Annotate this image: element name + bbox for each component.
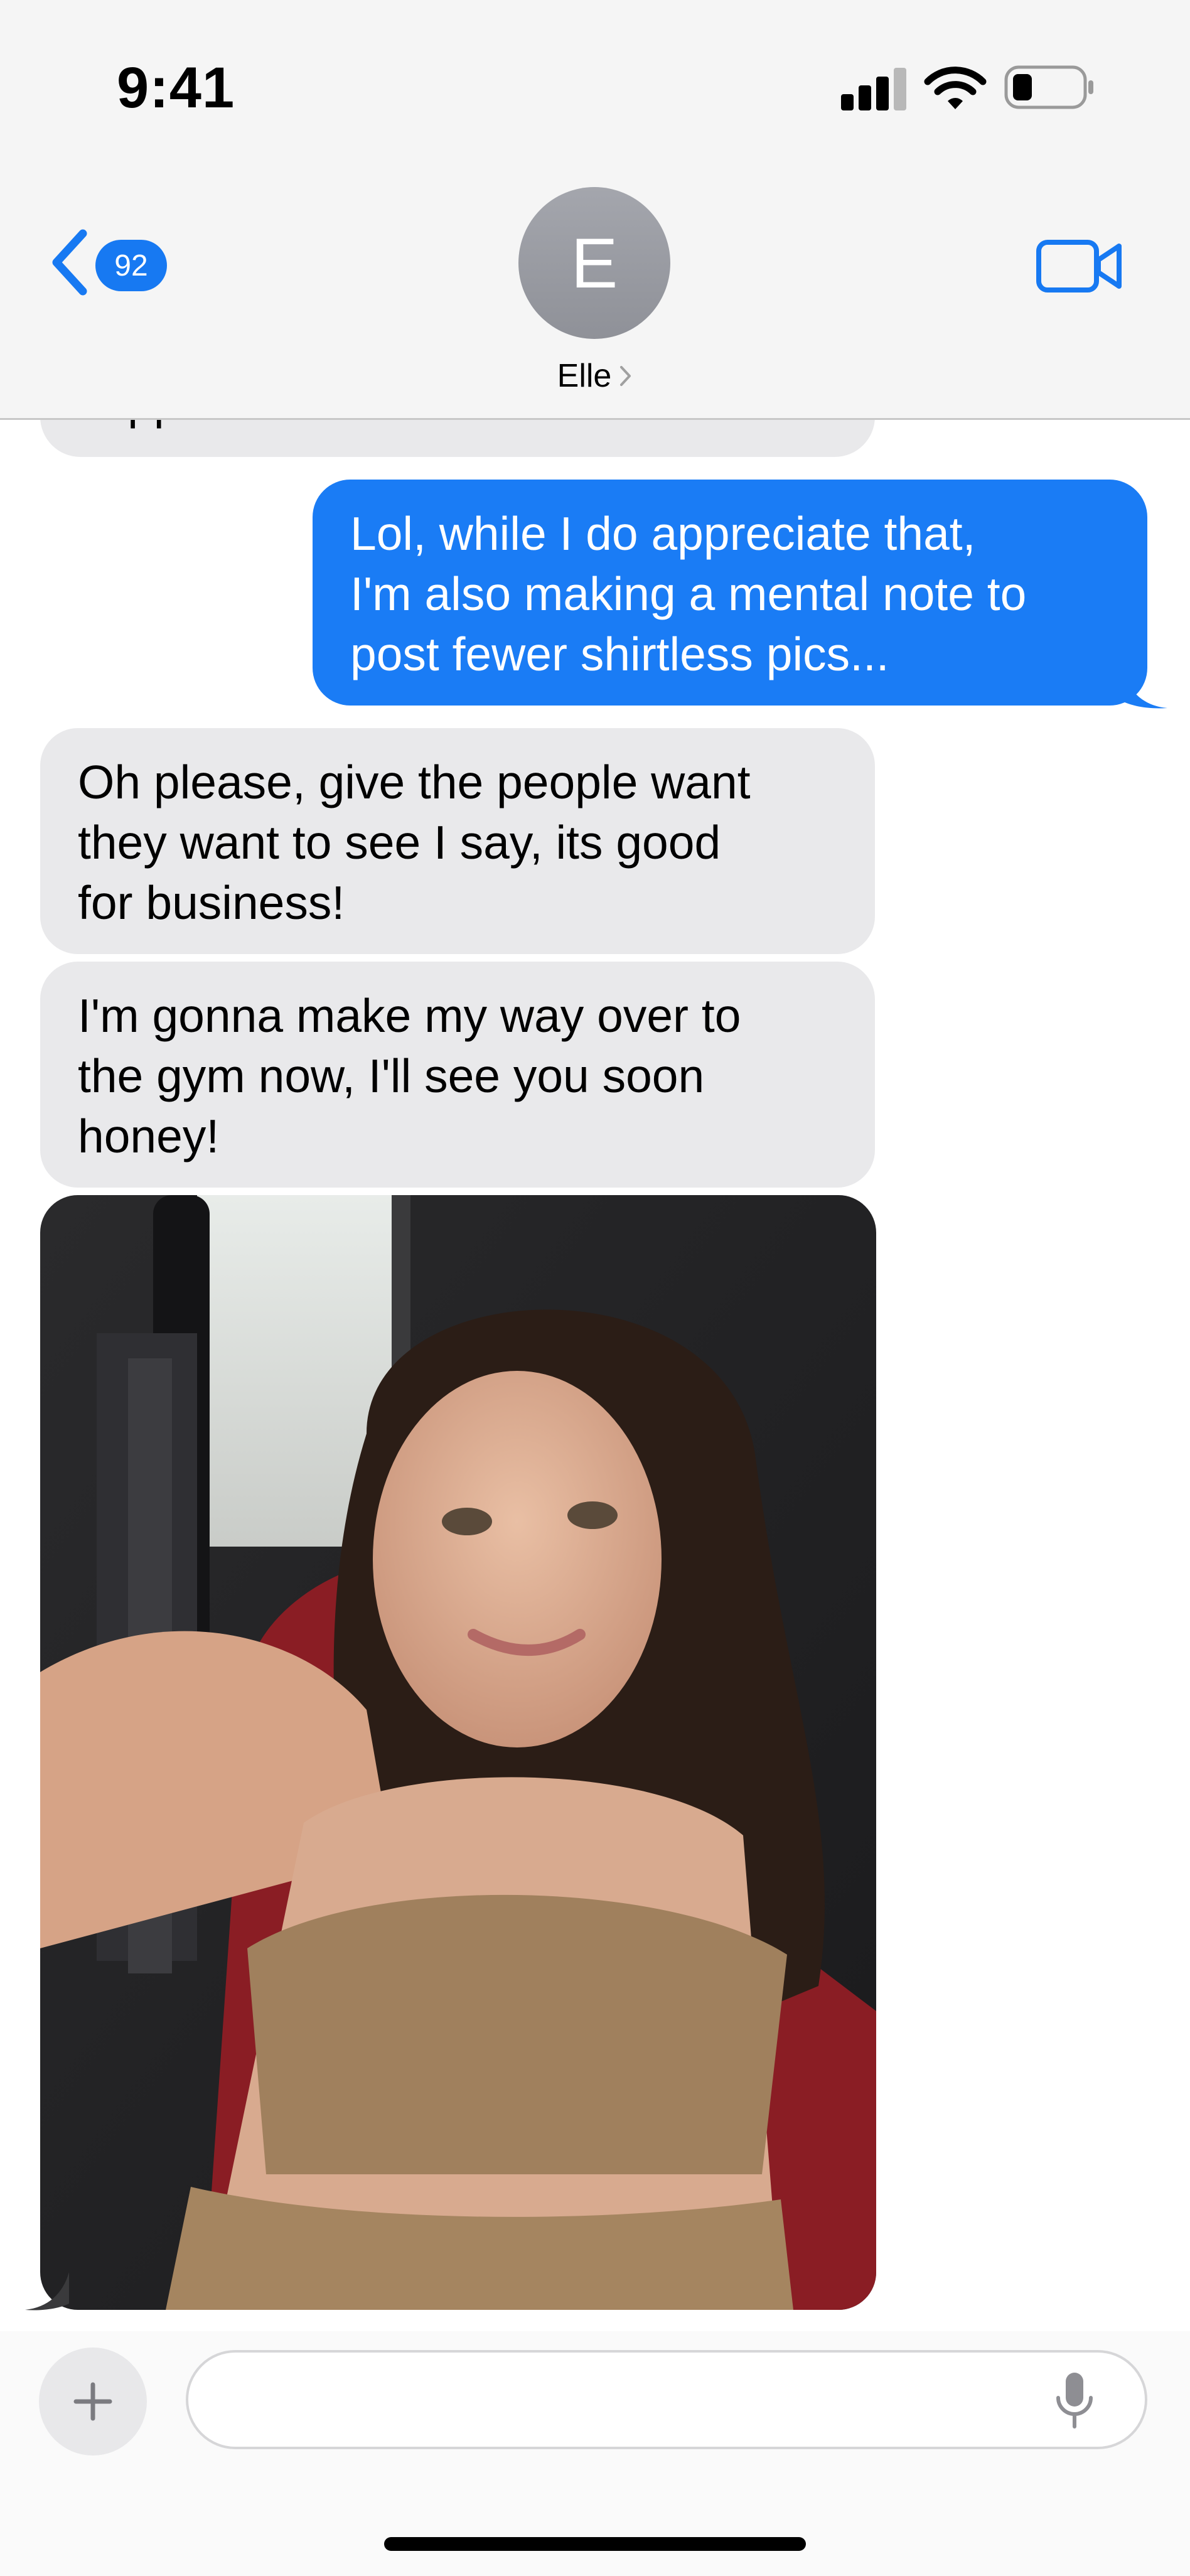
- bubble-tail-incoming: [25, 2272, 69, 2310]
- avatar[interactable]: E: [518, 187, 670, 339]
- status-time: 9:41: [117, 56, 235, 120]
- photo-attachment[interactable]: [40, 1195, 876, 2310]
- chevron-right-icon: [620, 366, 631, 386]
- contact-name-button[interactable]: Elle: [515, 355, 675, 397]
- message-text-line: I'm also making a mental note to: [350, 567, 1027, 620]
- microphone-icon[interactable]: [1052, 2370, 1097, 2430]
- add-attachment-button[interactable]: [39, 2348, 147, 2455]
- wifi-icon: [924, 67, 987, 109]
- message-text-line: for business!: [78, 876, 345, 929]
- message-text-line: honey!: [78, 1110, 220, 1162]
- message-text-line: they want to see I say, its good: [78, 816, 721, 869]
- plus-icon: [73, 2382, 112, 2421]
- battery-icon: [1004, 65, 1093, 109]
- message-bubble-incoming[interactable]: I'm gonna make my way over to the gym no…: [40, 962, 875, 1188]
- selfie-photo-image: [40, 1195, 876, 2310]
- message-text-line: post fewer shirtless pics...: [350, 628, 889, 680]
- message-text-line: the gym now, I'll see you soon: [78, 1049, 705, 1102]
- message-bubble-outgoing[interactable]: Lol, while I do appreciate that, I'm als…: [313, 480, 1147, 706]
- message-input[interactable]: [220, 2353, 1038, 2442]
- unread-count-badge[interactable]: 92: [95, 240, 167, 291]
- bubble-tail-outgoing: [1123, 672, 1167, 709]
- message-text-line: Lol, while I do appreciate that,: [350, 507, 976, 560]
- header-divider: [0, 418, 1190, 420]
- home-indicator: [384, 2537, 806, 2551]
- chevron-left-icon[interactable]: [44, 225, 97, 300]
- message-input-container[interactable]: [186, 2350, 1147, 2449]
- message-text-line: Oh please, give the people want: [78, 756, 751, 808]
- contact-name: Elle: [557, 358, 612, 394]
- video-camera-icon[interactable]: [1036, 237, 1123, 295]
- message-bubble-incoming[interactable]: Oh please, give the people want they wan…: [40, 728, 875, 954]
- message-text-line: I'm gonna make my way over to: [78, 989, 741, 1042]
- cellular-signal-icon: [841, 68, 906, 110]
